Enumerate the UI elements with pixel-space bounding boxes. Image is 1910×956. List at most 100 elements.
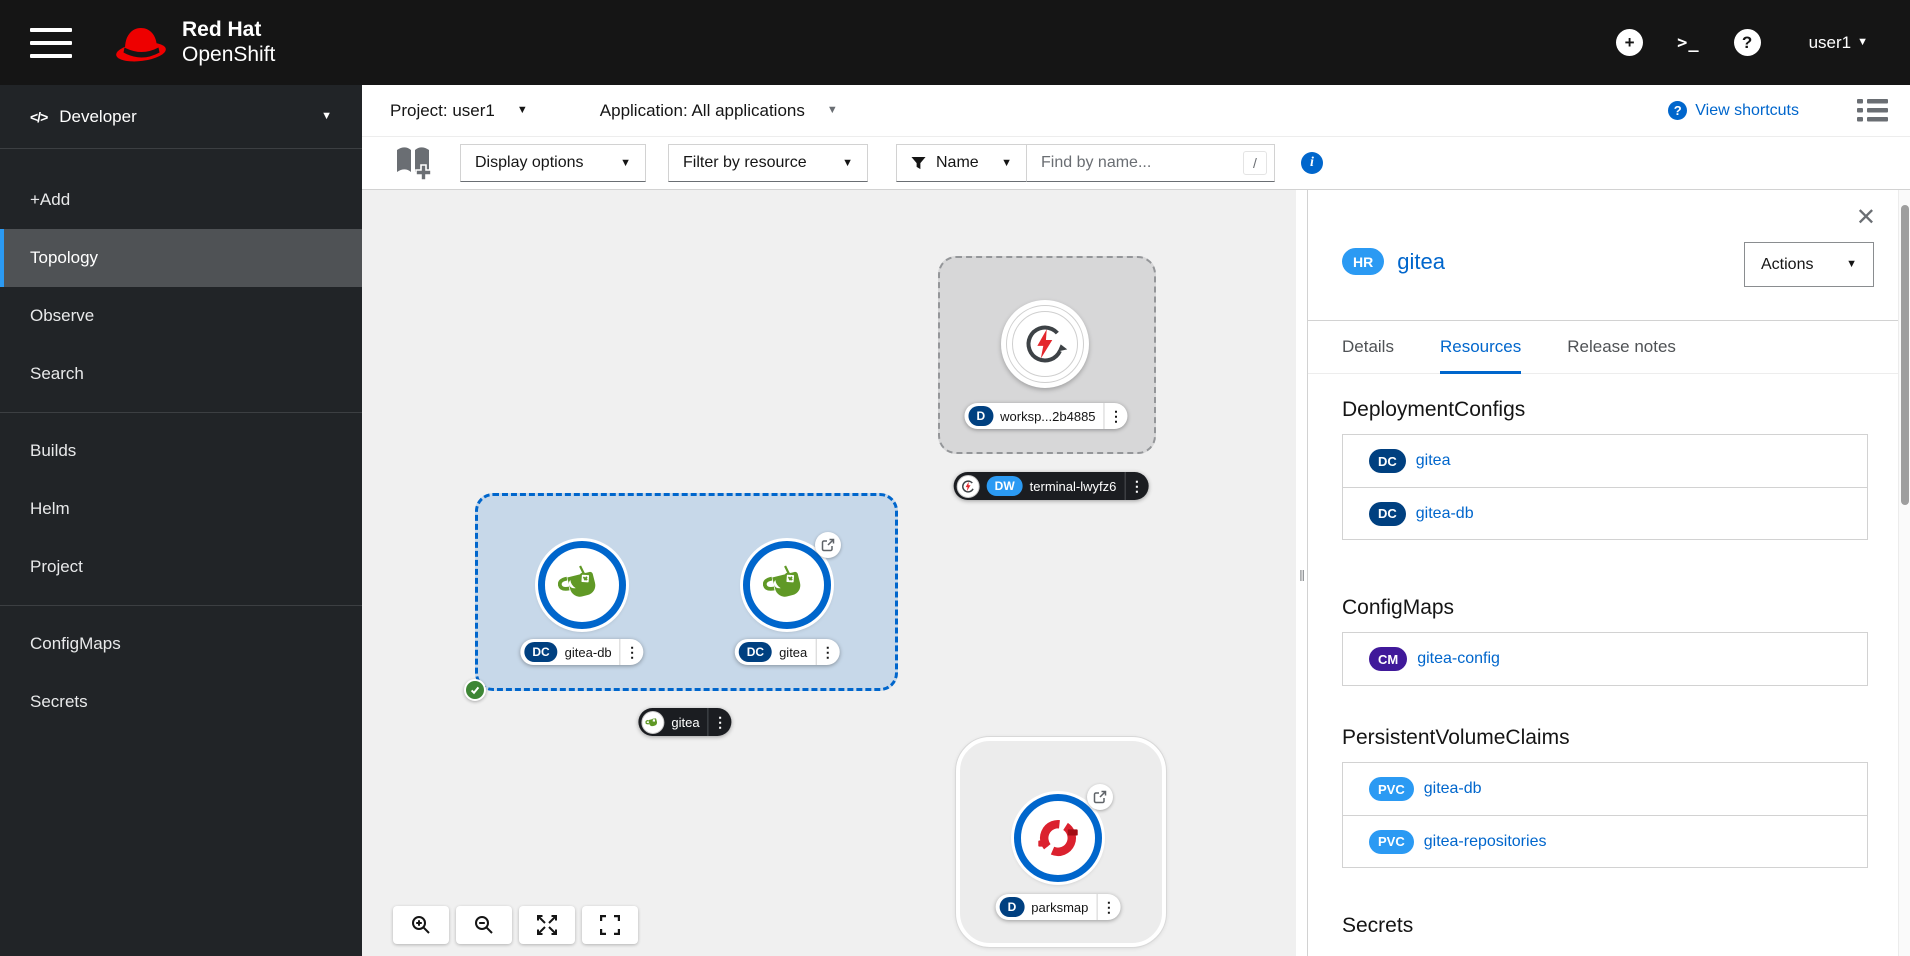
actions-dropdown[interactable]: Actions ▼ — [1744, 242, 1874, 287]
section-heading-configmaps: ConfigMaps — [1342, 596, 1455, 619]
brand-logo[interactable]: Red Hat OpenShift — [114, 18, 275, 68]
configmap-badge: CM — [1369, 647, 1408, 671]
masthead-actions: + >_ ? user1 ▼ — [1616, 29, 1868, 56]
chevron-down-icon: ▼ — [516, 104, 528, 116]
sidebar-item-secrets[interactable]: Secrets — [0, 673, 362, 731]
view-shortcuts-link[interactable]: ? View shortcuts — [1668, 101, 1799, 120]
find-by-name-wrap: / — [1027, 144, 1275, 182]
pvc-badge: PVC — [1369, 829, 1414, 854]
gitea-app-group-label[interactable]: gitea ⋮ — [638, 708, 732, 736]
deploymentconfig-badge: DC — [524, 642, 558, 662]
resource-title-link[interactable]: gitea — [1397, 249, 1445, 275]
tab-release-notes[interactable]: Release notes — [1567, 321, 1676, 373]
deployment-badge: D — [999, 897, 1025, 917]
scrollbar-thumb[interactable] — [1901, 205, 1909, 505]
resource-link[interactable]: gitea-repositories — [1424, 833, 1547, 851]
terminal-group-label[interactable]: DW terminal-lwyfz6 ⋮ — [953, 472, 1149, 500]
list-view-icon[interactable] — [1857, 97, 1888, 124]
section-heading-secrets: Secrets — [1342, 914, 1414, 937]
list-item: DC gitea-db — [1343, 487, 1867, 539]
list-item: DC gitea — [1343, 435, 1867, 487]
success-check-decorator — [464, 679, 486, 701]
web-terminal-icon[interactable]: >_ — [1677, 33, 1699, 53]
user-menu[interactable]: user1 ▼ — [1809, 33, 1868, 53]
quick-create-icon[interactable]: + — [1616, 29, 1644, 56]
project-dropdown[interactable]: Project: user1 ▼ — [390, 101, 528, 121]
nav-divider — [0, 605, 362, 606]
tab-resources[interactable]: Resources — [1439, 321, 1522, 374]
kebab-menu-icon[interactable]: ⋮ — [1124, 472, 1148, 500]
masthead: Red Hat OpenShift + >_ ? user1 ▼ — [0, 0, 1910, 85]
resource-link[interactable]: gitea-config — [1417, 650, 1500, 668]
workspace-node[interactable] — [1001, 300, 1089, 388]
grip-icon: ‖ — [1299, 568, 1307, 585]
fit-to-screen-button[interactable] — [519, 906, 575, 944]
panel-resize-handle[interactable]: ‖ — [1296, 190, 1308, 956]
reset-view-button[interactable] — [582, 906, 638, 944]
openshift-logo-icon — [1035, 815, 1081, 861]
kebab-menu-icon[interactable]: ⋮ — [1103, 403, 1128, 429]
application-dropdown[interactable]: Application: All applications ▼ — [600, 101, 838, 121]
info-icon[interactable]: i — [1301, 152, 1323, 174]
perspective-label: Developer — [59, 106, 137, 126]
gitea-node-label[interactable]: DC gitea ⋮ — [734, 639, 840, 665]
panel-tabs: Details Resources Release notes — [1308, 320, 1898, 374]
sidebar-item-builds[interactable]: Builds — [0, 422, 362, 480]
deploymentconfigs-list: DC gitea DC gitea-db — [1342, 434, 1868, 540]
sidebar-item-project[interactable]: Project — [0, 538, 362, 596]
resource-link[interactable]: gitea-db — [1416, 505, 1474, 523]
resource-link[interactable]: gitea — [1416, 452, 1451, 470]
canvas-controls — [393, 906, 638, 944]
open-url-decorator[interactable] — [815, 532, 841, 558]
deploymentconfig-badge: DC — [1369, 449, 1406, 473]
name-filter-group: Name ▼ / — [896, 144, 1275, 182]
configmaps-list: CM gitea-config — [1342, 632, 1868, 686]
list-item: PVC gitea-repositories — [1343, 815, 1867, 867]
resource-link[interactable]: gitea-db — [1424, 780, 1482, 798]
panel-scrollbar[interactable] — [1898, 190, 1910, 956]
kebab-menu-icon[interactable]: ⋮ — [707, 708, 732, 736]
deploymentconfig-badge: DC — [1369, 501, 1406, 526]
sidebar-item-configmaps[interactable]: ConfigMaps — [0, 615, 362, 673]
find-by-name-input[interactable] — [1027, 144, 1275, 182]
topology-canvas[interactable]: D worksp...2b4885 ⋮ DW terminal-lwyfz6 ⋮ — [362, 190, 1296, 956]
gitea-db-node[interactable] — [538, 541, 626, 629]
kebab-menu-icon[interactable]: ⋮ — [1096, 894, 1120, 920]
parksmap-node-label[interactable]: D parksmap ⋮ — [995, 894, 1121, 920]
chevron-down-icon: ▼ — [1001, 156, 1012, 169]
chevron-down-icon: ▼ — [1857, 36, 1868, 48]
devworkspace-icon — [1022, 321, 1068, 367]
filter-by-resource-dropdown[interactable]: Filter by resource ▼ — [668, 144, 868, 182]
close-icon[interactable]: ✕ — [1856, 206, 1876, 230]
guided-tour-book-icon[interactable] — [392, 145, 434, 181]
list-item: CM gitea-config — [1343, 633, 1867, 685]
sidebar: </> Developer ▼ +Add Topology Observe Se… — [0, 85, 362, 956]
help-circle-icon: ? — [1668, 101, 1688, 120]
name-filter-dropdown[interactable]: Name ▼ — [896, 144, 1027, 182]
sidebar-item-topology[interactable]: Topology — [0, 229, 362, 287]
display-options-dropdown[interactable]: Display options ▼ — [460, 144, 646, 182]
zoom-out-button[interactable] — [456, 906, 512, 944]
gitea-node[interactable] — [743, 541, 831, 629]
chevron-down-icon: ▼ — [826, 104, 838, 116]
sidebar-item-helm[interactable]: Helm — [0, 480, 362, 538]
sidebar-item-observe[interactable]: Observe — [0, 287, 362, 345]
kebab-menu-icon[interactable]: ⋮ — [619, 639, 644, 665]
sidebar-item-add[interactable]: +Add — [0, 171, 362, 229]
panel-title: HR gitea — [1342, 248, 1445, 275]
chevron-down-icon: ▼ — [321, 110, 332, 122]
tab-details[interactable]: Details — [1342, 321, 1394, 373]
sidebar-item-search[interactable]: Search — [0, 345, 362, 403]
gitea-db-node-label[interactable]: DC gitea-db ⋮ — [520, 639, 644, 665]
openshift-console: Red Hat OpenShift + >_ ? user1 ▼ </> Dev… — [0, 0, 1910, 956]
nav-divider — [0, 412, 362, 413]
help-icon[interactable]: ? — [1733, 29, 1761, 56]
perspective-switcher[interactable]: </> Developer ▼ — [0, 85, 362, 149]
workspace-node-label[interactable]: D worksp...2b4885 ⋮ — [964, 403, 1128, 429]
gitea-icon — [763, 561, 811, 609]
nav-toggle-icon[interactable] — [30, 27, 72, 58]
parksmap-node[interactable] — [1014, 794, 1102, 882]
zoom-in-button[interactable] — [393, 906, 449, 944]
open-url-decorator[interactable] — [1087, 784, 1113, 810]
kebab-menu-icon[interactable]: ⋮ — [815, 639, 839, 665]
